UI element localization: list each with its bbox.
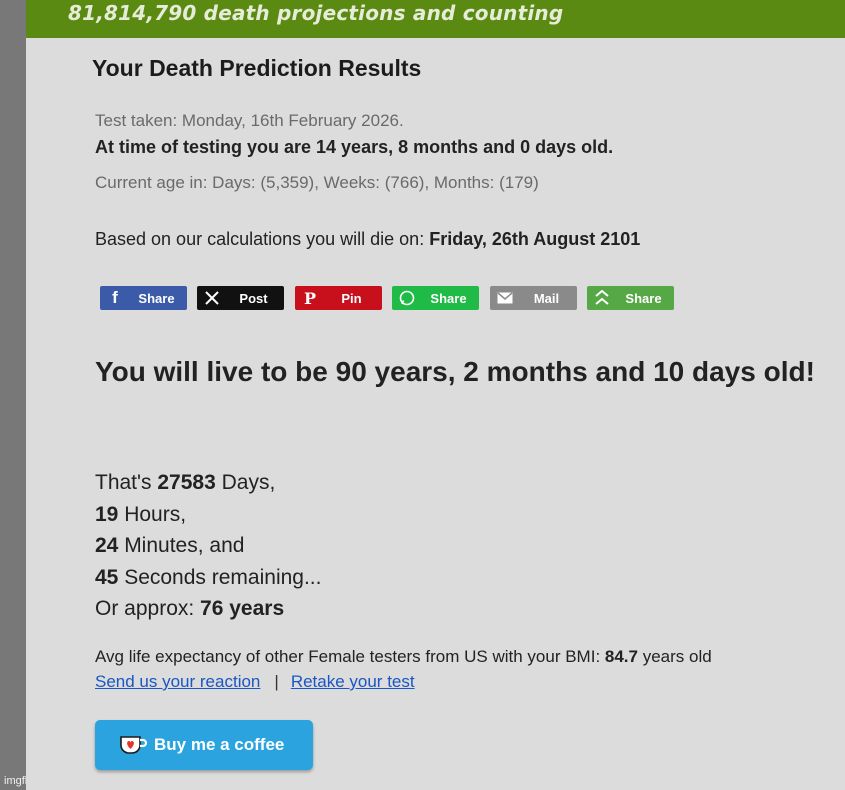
hours-suffix: Hours, <box>118 503 187 526</box>
countdown-days: That's 27583 Days, <box>95 471 275 495</box>
action-links: Send us your reaction | Retake your test <box>95 672 415 692</box>
more-options-share-label: Share <box>625 290 662 306</box>
death-date-line: Based on our calculations you will die o… <box>95 229 640 250</box>
pinterest-icon: P <box>303 288 317 308</box>
pinterest-pin-label: Pin <box>341 290 362 306</box>
coffee-cup-icon <box>120 736 148 754</box>
send-reaction-link[interactable]: Send us your reaction <box>95 672 260 691</box>
minutes-value: 24 <box>95 534 119 557</box>
email-share-label: Mail <box>533 290 560 306</box>
age-at-test: At time of testing you are 14 years, 8 m… <box>95 137 614 157</box>
retake-test-link[interactable]: Retake your test <box>291 672 415 691</box>
mail-icon <box>496 289 514 307</box>
countdown-approx: Or approx: 76 years <box>95 597 284 621</box>
page-title: Your Death Prediction Results <box>92 55 422 81</box>
whatsapp-icon <box>398 289 416 307</box>
current-age: Current age in: Days: (5,359), Weeks: (7… <box>95 173 539 192</box>
death-date-prefix: Based on our calculations you will die o… <box>95 229 430 249</box>
minutes-suffix: Minutes, and <box>118 534 245 557</box>
whatsapp-share-label: Share <box>430 290 467 306</box>
facebook-icon: f <box>112 288 118 307</box>
whatsapp-share-button[interactable]: Share <box>392 286 479 310</box>
avg-life-expectancy: Avg life expectancy of other Female test… <box>95 647 712 667</box>
link-separator: | <box>274 672 279 691</box>
seconds-value: 45 <box>95 566 119 589</box>
pinterest-pin-button[interactable]: P Pin <box>295 286 382 310</box>
more-options-icon <box>593 289 611 307</box>
countdown-minutes: 24 Minutes, and <box>95 534 244 558</box>
facebook-share-button[interactable]: f Share <box>100 286 187 310</box>
seconds-suffix: Seconds remaining... <box>118 566 322 589</box>
x-post-label: Post <box>239 290 268 306</box>
buy-me-a-coffee-label: Buy me a coffee <box>154 735 285 754</box>
x-icon <box>203 289 221 307</box>
email-share-button[interactable]: Mail <box>490 286 577 310</box>
avg-suffix: years old <box>637 647 712 666</box>
days-prefix: That's <box>95 471 158 494</box>
hours-value: 19 <box>95 503 119 526</box>
days-suffix: Days, <box>215 471 276 494</box>
left-gutter <box>0 0 26 790</box>
approx-value: 76 years <box>200 597 285 620</box>
days-value: 27583 <box>157 471 216 494</box>
countdown-hours: 19 Hours, <box>95 503 186 527</box>
buy-me-a-coffee-button[interactable]: Buy me a coffee <box>95 720 313 770</box>
header-banner: 81,814,790 death projections and countin… <box>26 0 845 38</box>
test-taken-date: Test taken: Monday, 16th February 2026. <box>95 111 404 130</box>
countdown-seconds: 45 Seconds remaining... <box>95 566 321 590</box>
avg-value: 84.7 <box>604 647 638 666</box>
more-options-share-button[interactable]: Share <box>587 286 674 310</box>
death-date: Friday, 26th August 2101 <box>429 229 641 249</box>
avg-prefix: Avg life expectancy of other Female test… <box>95 647 605 666</box>
facebook-share-label: Share <box>138 290 175 306</box>
approx-prefix: Or approx: <box>95 597 201 620</box>
x-post-button[interactable]: Post <box>197 286 284 310</box>
results-page: 81,814,790 death projections and countin… <box>26 0 845 790</box>
lifespan-headline: You will live to be 90 years, 2 months a… <box>95 356 815 387</box>
projection-counter: 81,814,790 death projections and countin… <box>68 1 564 25</box>
